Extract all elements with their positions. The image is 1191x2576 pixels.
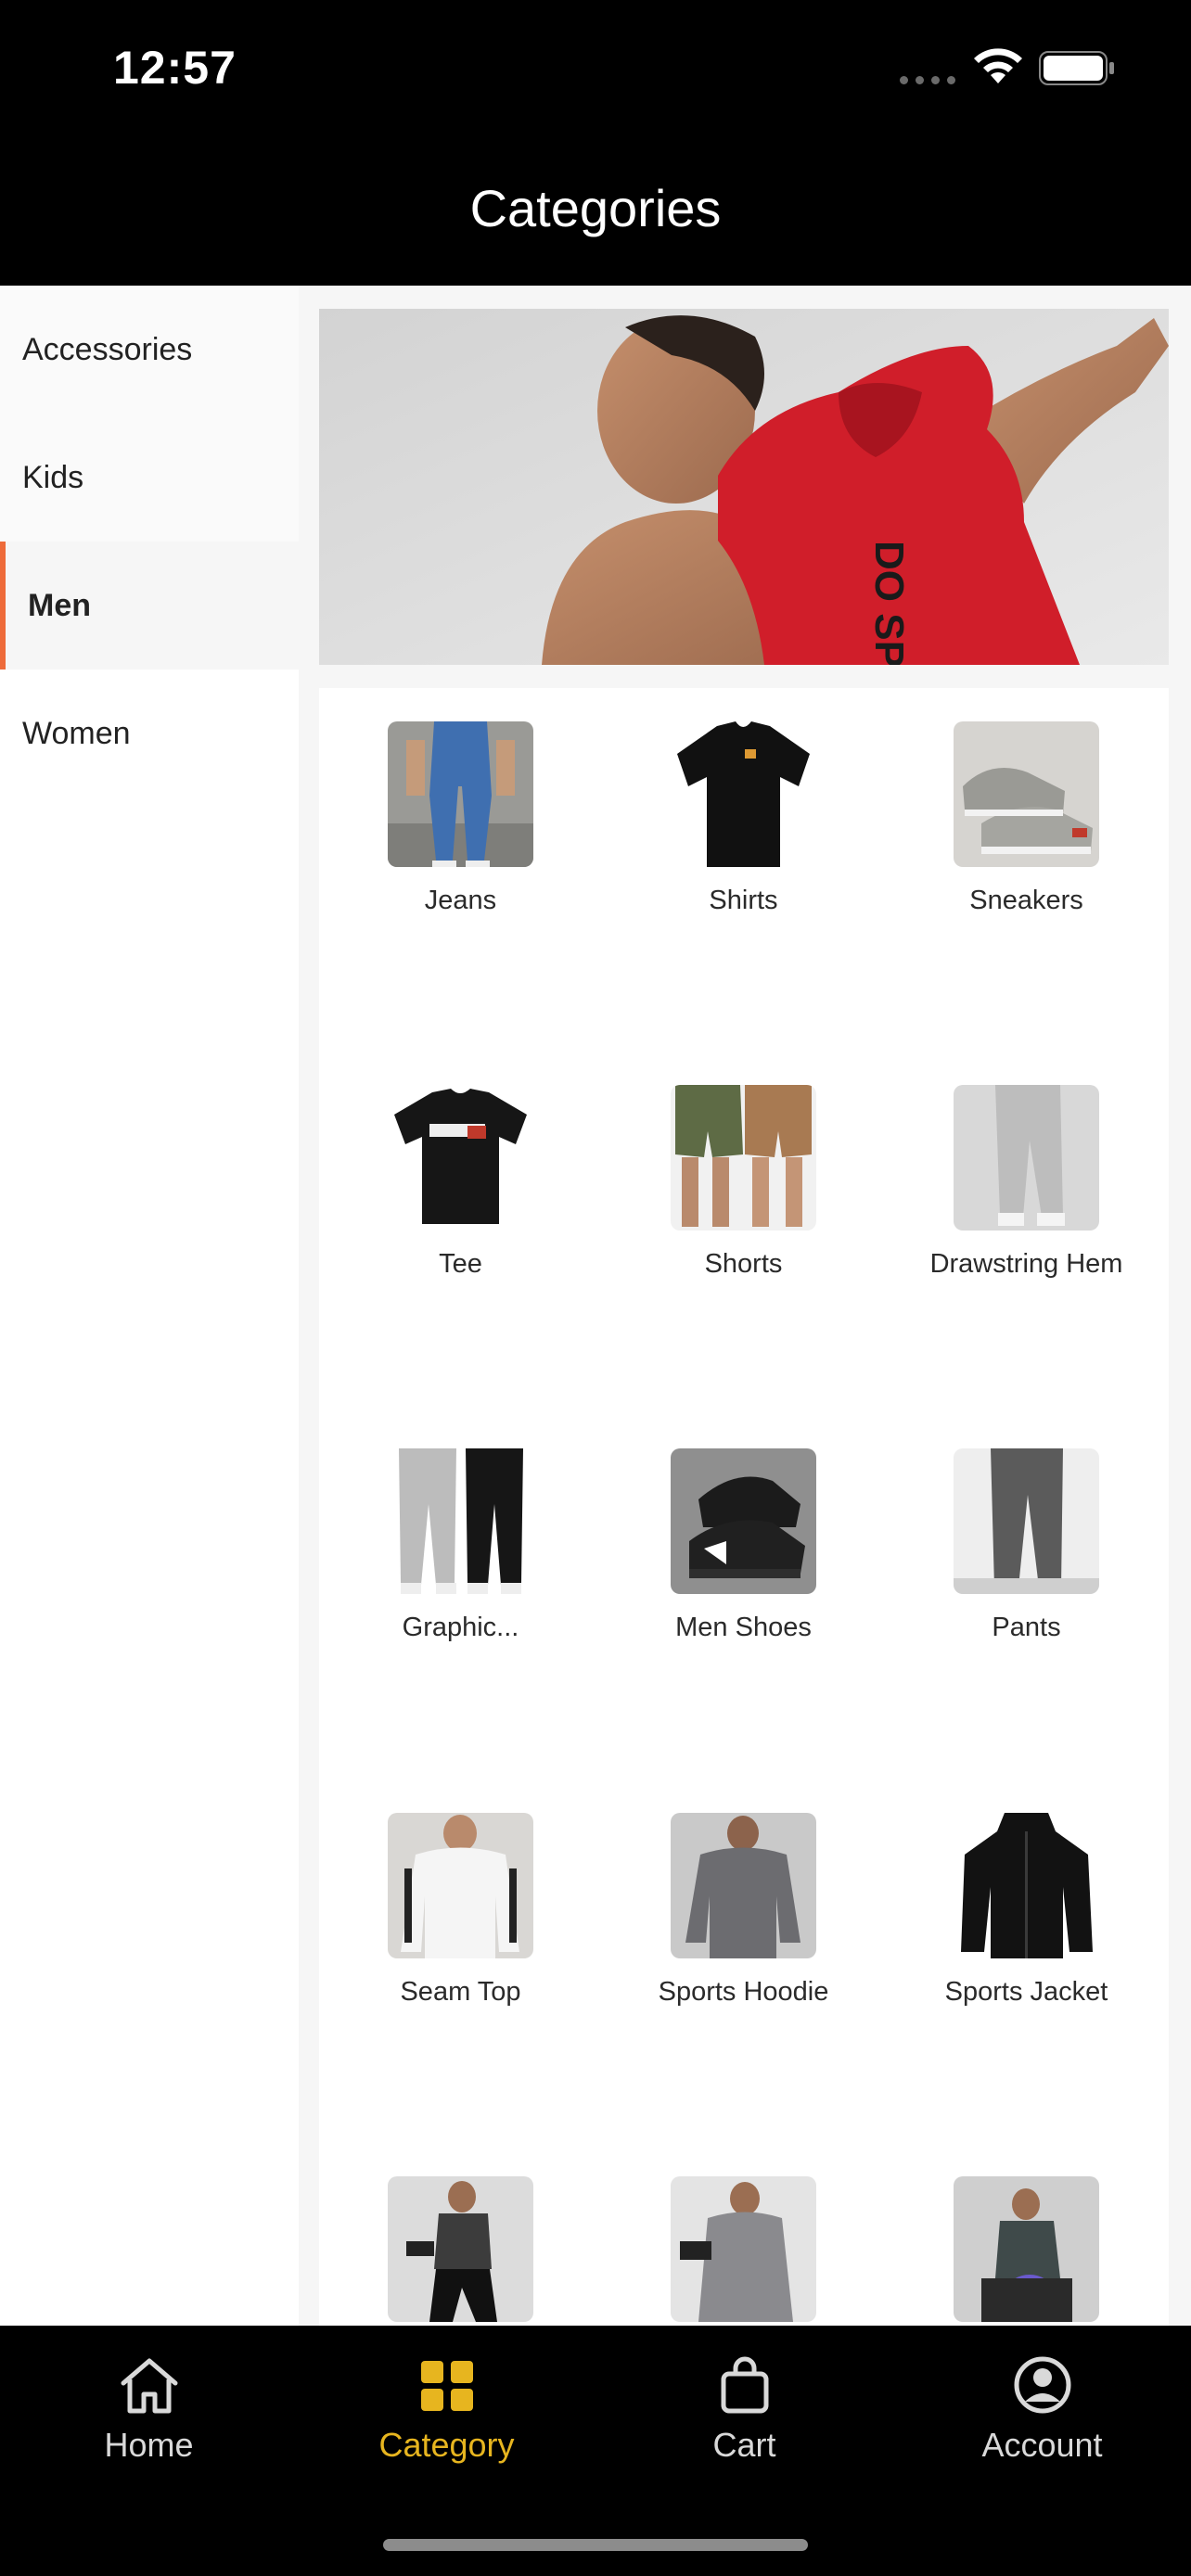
cellular-signal-icon — [900, 76, 955, 84]
shirts-thumbnail — [671, 721, 816, 867]
battery-icon — [1039, 51, 1114, 85]
sports-hoodie-thumbnail — [671, 1813, 816, 1958]
page-title: Categories — [469, 179, 722, 237]
category-item-sports-hoodie[interactable]: Sports Hoodie — [602, 1813, 885, 2008]
shopping-bag-icon — [721, 2356, 768, 2414]
drawstring-hem-thumbnail — [954, 1085, 1099, 1231]
category-item-label: Drawstring Hem — [929, 1249, 1123, 1279]
tab-label: Account — [981, 2426, 1103, 2464]
tab-home[interactable]: Home — [0, 2352, 298, 2465]
seam-top-thumbnail — [388, 1813, 533, 1958]
category-item-sneakers[interactable]: Sneakers — [885, 721, 1168, 916]
tab-category[interactable]: Category — [298, 2352, 596, 2465]
category-item-label: Tee — [439, 1249, 482, 1279]
tab-label: Cart — [712, 2426, 776, 2464]
category-sidebar: Accessories Kids Men Women — [0, 286, 299, 2326]
category-item-men-shoes[interactable]: Men Shoes — [602, 1448, 885, 1643]
category-item-shirts[interactable]: Shirts — [602, 721, 885, 916]
tab-account[interactable]: Account — [893, 2352, 1191, 2465]
category-item-label: Shorts — [704, 1249, 783, 1279]
sidebar-item-label: Accessories — [22, 331, 193, 367]
svg-text:DO SP: DO SP — [866, 541, 912, 665]
category-item-label: Graphic... — [402, 1613, 519, 1642]
category-item-seam-top[interactable]: Seam Top — [319, 1813, 602, 2008]
fitness-thumbnail — [388, 2176, 533, 2322]
category-item-sports-jacket[interactable]: Sports Jacket — [885, 1813, 1168, 2008]
status-time: 12:57 — [113, 42, 237, 94]
fitness-thumbnail — [954, 2176, 1099, 2322]
category-item-graphic[interactable]: Graphic... — [319, 1448, 602, 1643]
home-icon — [121, 2358, 177, 2414]
sidebar-item-label: Women — [22, 715, 131, 751]
app-header: 12:57 Categories — [0, 0, 1191, 286]
home-indicator[interactable] — [383, 2539, 808, 2551]
category-item-label: Seam Top — [400, 1977, 521, 2007]
sidebar-item-label: Men — [28, 587, 91, 623]
category-item-label: Jeans — [424, 886, 497, 915]
sidebar-item-kids[interactable]: Kids — [0, 414, 299, 542]
graphic-thumbnail — [388, 1448, 533, 1594]
fitness-thumbnail — [671, 2176, 816, 2322]
jeans-thumbnail — [388, 721, 533, 867]
category-item-label: Men Shoes — [675, 1613, 812, 1642]
promo-banner-image[interactable]: DO SP — [319, 309, 1169, 665]
sidebar-item-label: Kids — [22, 459, 84, 495]
category-item-drawstring-hem[interactable]: Drawstring Hem — [885, 1085, 1168, 1280]
tab-label: Category — [378, 2426, 515, 2464]
category-item-jeans[interactable]: Jeans — [319, 721, 602, 916]
shorts-thumbnail — [671, 1085, 816, 1231]
category-item-fitness-2[interactable] — [602, 2176, 885, 2340]
category-item-label: Shirts — [709, 886, 778, 915]
category-item-label: Pants — [992, 1613, 1061, 1642]
category-item-pants[interactable]: Pants — [885, 1448, 1168, 1643]
tab-cart[interactable]: Cart — [596, 2352, 893, 2465]
sports-jacket-thumbnail — [954, 1813, 1099, 1958]
category-item-fitness-1[interactable] — [319, 2176, 602, 2340]
account-icon — [1014, 2356, 1070, 2414]
men-shoes-thumbnail — [671, 1448, 816, 1594]
category-item-label: Sports Hoodie — [658, 1977, 829, 2007]
sidebar-item-women[interactable]: Women — [0, 670, 299, 797]
category-grid-icon — [420, 2361, 473, 2411]
sidebar-item-men[interactable]: Men — [0, 542, 299, 670]
category-item-label: Sneakers — [969, 886, 1083, 915]
wifi-icon — [974, 48, 1022, 83]
pants-thumbnail — [954, 1448, 1099, 1594]
sidebar-item-accessories[interactable]: Accessories — [0, 286, 299, 414]
tee-thumbnail — [388, 1085, 533, 1231]
sneakers-thumbnail — [954, 721, 1099, 867]
tab-label: Home — [104, 2426, 194, 2464]
category-item-label: Sports Jacket — [944, 1977, 1108, 2007]
category-item-tee[interactable]: Tee — [319, 1085, 602, 1280]
category-item-shorts[interactable]: Shorts — [602, 1085, 885, 1280]
category-item-fitness-3[interactable] — [885, 2176, 1168, 2340]
